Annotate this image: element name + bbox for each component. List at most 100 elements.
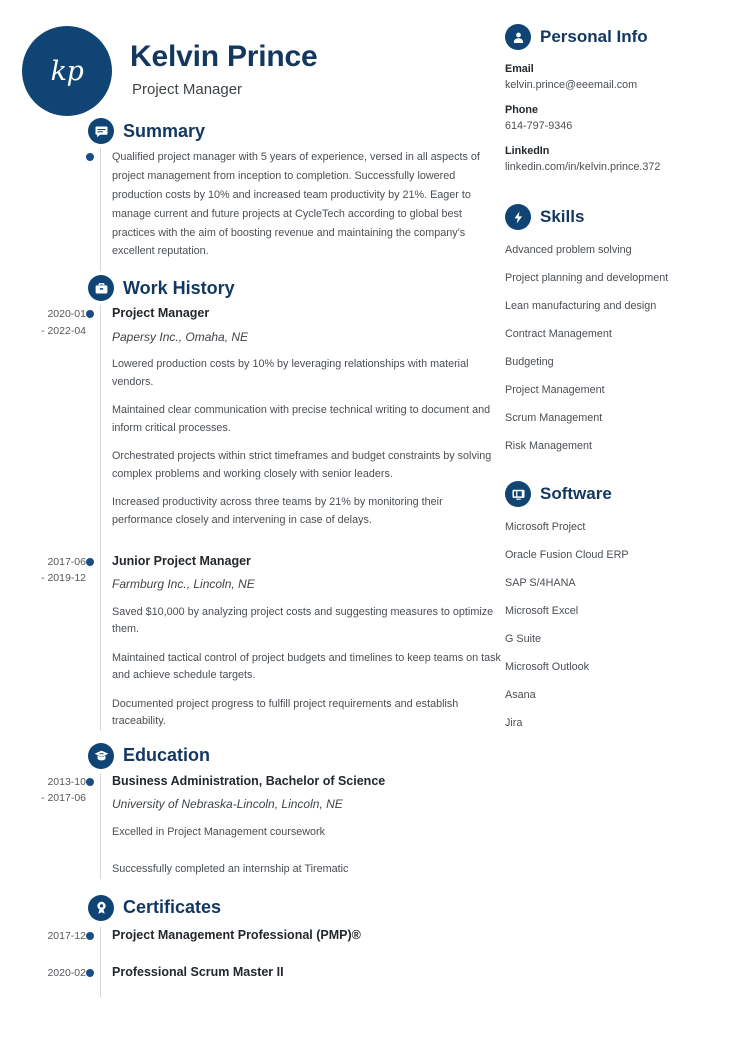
timeline-marker [86, 773, 100, 879]
education-timeline: 2013-10 - 2017-06 Business Administratio… [0, 772, 505, 879]
timeline-dot [86, 310, 94, 319]
entry-dates [0, 148, 86, 261]
education-entry: 2013-10 - 2017-06 Business Administratio… [0, 773, 505, 879]
info-label: Phone [505, 104, 538, 116]
timeline-marker [86, 553, 100, 731]
entry-bullet: Excelled in Project Management coursewor… [112, 825, 326, 838]
entry-date-start: 2017-06 [47, 556, 86, 569]
summary-entry: Qualified project manager with 5 years o… [0, 148, 505, 261]
entry-degree: Business Administration, Bachelor of Sci… [112, 773, 386, 788]
list-item: Project planning and development [505, 272, 669, 285]
certificate-name: Professional Scrum Master II [112, 964, 284, 979]
certificates-timeline: 2017-12 Project Management Professional … [0, 926, 505, 997]
section-header-certificates: Certificates [88, 894, 505, 921]
entry-bullet: Lowered production costs by 10% by lever… [112, 358, 469, 388]
timeline-dot [86, 558, 94, 567]
entry-dates: 2020-01 - 2022-04 [0, 305, 86, 529]
entry-date-end: - 2022-04 [41, 324, 86, 337]
personal-info-linkedin: LinkedIn linkedin.com/in/kelvin.prince.3… [505, 145, 736, 173]
list-item: Advanced problem solving [505, 244, 632, 256]
certificate-entry: 2017-12 Project Management Professional … [0, 927, 505, 944]
entry-bullet: Successfully completed an internship at … [112, 863, 349, 876]
entry-date-end: - 2017-06 [41, 792, 86, 805]
timeline-dot [86, 153, 94, 161]
certificate-body: Professional Scrum Master II [100, 964, 505, 981]
work-entry-body: Project Manager Papersy Inc., Omaha, NE … [100, 305, 505, 529]
list-item: SAP S/4HANA [505, 577, 576, 590]
page-title: Kelvin Prince [130, 40, 318, 73]
summary-text: Qualified project manager with 5 years o… [112, 151, 480, 258]
personal-info-email: Email kelvin.prince@eeemail.com [505, 63, 736, 91]
list-item: Risk Management [505, 440, 593, 453]
work-entry: 2017-06 - 2019-12 Junior Project Manager… [0, 553, 505, 731]
list-item: Project Management [505, 384, 605, 397]
entry-date: 2020-02 [47, 966, 86, 979]
entry-dates: 2020-02 [0, 964, 86, 981]
entry-dates: 2013-10 - 2017-06 [0, 773, 86, 879]
entry-bullet: Maintained tactical control of project b… [112, 651, 501, 682]
timeline-marker [86, 305, 100, 529]
timeline-dot [86, 777, 94, 786]
entry-date-start: 2013-10 [47, 775, 86, 788]
list-item: Microsoft Outlook [505, 661, 590, 674]
entry-spacer [0, 529, 505, 553]
info-value-phone[interactable]: 614-797-9346 [505, 120, 736, 132]
entry-date-start: 2020-01 [47, 308, 86, 321]
timeline-dot [86, 968, 94, 977]
section-header-skills: Skills [505, 204, 736, 230]
list-item: Asana [505, 689, 536, 702]
section-header-work-history: Work History [88, 275, 505, 302]
list-item: G Suite [505, 633, 542, 646]
entry-institution: University of Nebraska-Lincoln, Lincoln,… [112, 797, 343, 812]
entry-dates: 2017-06 - 2019-12 [0, 553, 86, 731]
speech-bubble-icon [88, 118, 114, 144]
section-title-work-history: Work History [123, 277, 235, 298]
section-title-skills: Skills [540, 207, 585, 226]
avatar: kp [22, 26, 112, 116]
list-item: Contract Management [505, 328, 612, 341]
list-item: Lean manufacturing and design [505, 300, 657, 313]
software-list: Microsoft Project Oracle Fusion Cloud ER… [505, 520, 736, 730]
section-title-software: Software [540, 484, 612, 504]
entry-organization: Papersy Inc., Omaha, NE [112, 329, 249, 344]
entry-date: 2017-12 [47, 929, 86, 942]
entry-role: Junior Project Manager [112, 554, 251, 569]
section-header-summary: Summary [88, 118, 505, 144]
timeline-marker [86, 964, 100, 981]
entry-bullet: Orchestrated projects within strict time… [112, 450, 492, 480]
name-block: Kelvin Prince Project Manager [130, 40, 318, 98]
education-entry-body: Business Administration, Bachelor of Sci… [100, 773, 505, 879]
section-title-education: Education [123, 745, 211, 766]
timeline-marker [86, 927, 100, 944]
entry-bullet: Saved $10,000 by analyzing project costs… [112, 605, 494, 636]
info-value-linkedin[interactable]: linkedin.com/in/kelvin.prince.372 [505, 161, 736, 173]
list-item: Oracle Fusion Cloud ERP [505, 549, 629, 562]
entry-role: Project Manager [112, 306, 210, 321]
work-history-timeline: 2020-01 - 2022-04 Project Manager Papers… [0, 305, 505, 731]
person-icon [505, 24, 531, 50]
resume-sidebar: Personal Info Email kelvin.prince@eeemai… [505, 0, 750, 1062]
summary-timeline: Qualified project manager with 5 years o… [0, 148, 505, 272]
timeline-marker [86, 148, 100, 261]
entry-bullet: Increased productivity across three team… [112, 496, 443, 526]
monitor-icon [505, 481, 531, 508]
section-title-personal-info: Personal Info [540, 27, 648, 46]
certificate-body: Project Management Professional (PMP)® [100, 927, 505, 944]
section-header-education: Education [88, 742, 505, 769]
section-title-summary: Summary [123, 120, 206, 141]
info-value-email[interactable]: kelvin.prince@eeemail.com [505, 79, 736, 91]
list-item: Budgeting [505, 356, 554, 369]
job-title: Project Manager [132, 81, 243, 98]
section-header-personal-info: Personal Info [505, 24, 736, 50]
graduation-cap-icon [88, 742, 114, 769]
avatar-initials: kp [50, 55, 84, 87]
skills-list: Advanced problem solving Project plannin… [505, 243, 736, 453]
entry-bullet: Documented project progress to fulfill p… [112, 697, 459, 728]
list-item: Microsoft Project [505, 521, 586, 534]
resume-header: kp Kelvin Prince Project Manager [22, 18, 505, 118]
lightning-bolt-icon [505, 204, 531, 230]
certificate-name: Project Management Professional (PMP)® [112, 927, 361, 942]
list-item: Scrum Management [505, 412, 603, 425]
